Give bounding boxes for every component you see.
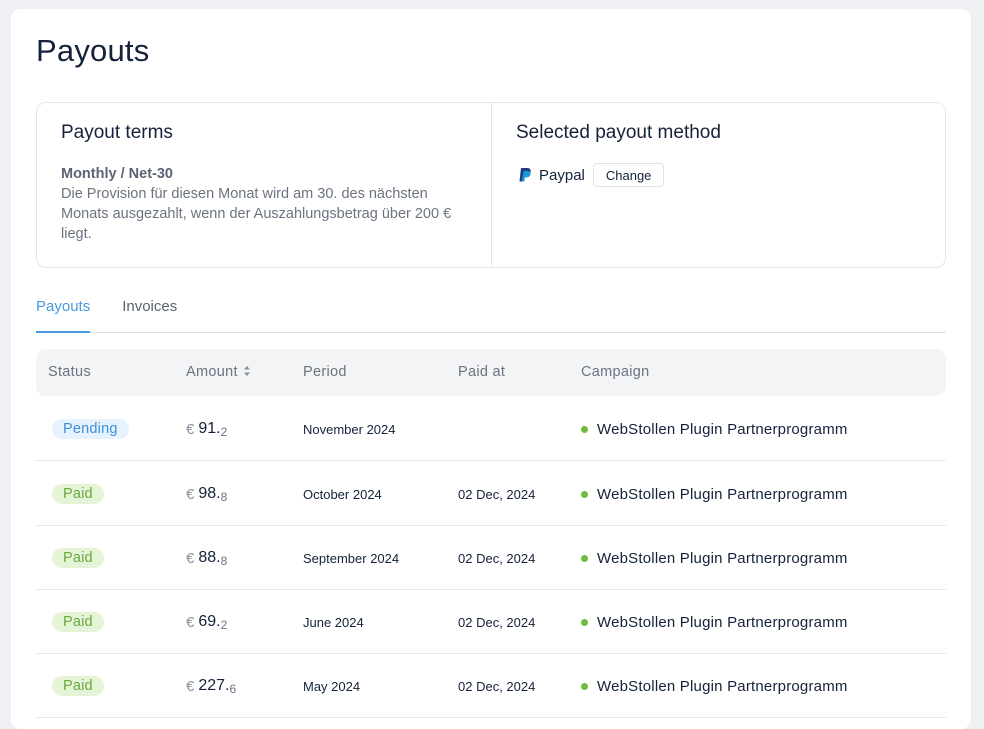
table-row[interactable]: Paid €88. 8 September 2024 02 Dec, 2024 W… (36, 526, 946, 590)
paid-at: 02 Dec, 2024 (458, 486, 536, 502)
column-header-paid-at[interactable]: Paid at (458, 364, 505, 380)
payout-terms-label: Monthly / Net-30 (61, 166, 173, 182)
sort-icon[interactable] (243, 365, 251, 377)
table-row[interactable]: Paid €227. 6 May 2024 02 Dec, 2024 WebSto… (36, 654, 946, 718)
status-badge: Paid (52, 676, 104, 696)
amount-cell: €227. 6 (186, 654, 236, 718)
payout-method-heading: Selected payout method (516, 122, 721, 143)
payout-terms-description: Die Provision für diesen Monat wird am 3… (61, 186, 452, 242)
campaign-status-dot (581, 618, 588, 626)
paid-at: 02 Dec, 2024 (458, 678, 536, 694)
amount-value: 227. (198, 677, 230, 694)
paid-at: 02 Dec, 2024 (458, 550, 536, 566)
payout-info-panel: Payout terms Monthly / Net-30 Die Provis… (36, 102, 946, 268)
amount-cell: €88. 8 (186, 526, 227, 590)
amount-decimal: 8 (220, 553, 228, 568)
campaign-status-dot (581, 425, 588, 433)
amount-value: 98. (198, 485, 221, 502)
amount-decimal: 2 (220, 617, 228, 632)
period: May 2024 (303, 678, 361, 694)
period: September 2024 (303, 550, 400, 566)
paypal-icon (519, 168, 531, 182)
amount-value: 91. (198, 420, 221, 437)
payout-method-section: Selected payout method Paypal Change (492, 103, 945, 267)
period: October 2024 (303, 486, 382, 502)
period: November 2024 (303, 421, 396, 437)
campaign-name: WebStollen Plugin Partnerprogramm (597, 485, 848, 503)
amount-value: 88. (198, 549, 221, 566)
currency-symbol: € (186, 485, 195, 503)
column-header-amount[interactable]: Amount (186, 364, 251, 380)
column-header-period[interactable]: Period (303, 364, 347, 380)
currency-symbol: € (186, 613, 195, 631)
amount-cell: €69. 2 (186, 590, 227, 654)
campaign-status-dot (581, 490, 588, 498)
status-badge: Paid (52, 548, 104, 568)
tab-invoices[interactable]: Invoices (122, 292, 177, 333)
column-header-amount-label: Amount (186, 364, 238, 380)
amount-decimal: 8 (220, 489, 228, 504)
currency-symbol: € (186, 420, 195, 438)
amount-cell: €98. 8 (186, 462, 227, 526)
table-row[interactable]: Pending €91. 2 November 2024 WebStollen P… (36, 397, 946, 461)
tabs: Payouts Invoices (36, 292, 946, 333)
amount-decimal: 2 (220, 424, 228, 439)
page-title: Payouts (36, 33, 150, 68)
currency-symbol: € (186, 677, 195, 695)
column-header-campaign[interactable]: Campaign (581, 364, 650, 380)
status-badge: Paid (52, 484, 104, 504)
campaign-status-dot (581, 554, 588, 562)
column-header-status[interactable]: Status (48, 364, 91, 380)
payout-terms-section: Payout terms Monthly / Net-30 Die Provis… (37, 103, 492, 267)
payout-method-row: Paypal Change (516, 163, 921, 187)
campaign-name: WebStollen Plugin Partnerprogramm (597, 613, 848, 631)
table-row[interactable]: Paid €69. 2 June 2024 02 Dec, 2024 WebSto… (36, 590, 946, 654)
change-method-button[interactable]: Change (592, 163, 665, 187)
campaign-name: WebStollen Plugin Partnerprogramm (597, 677, 848, 695)
paid-at: 02 Dec, 2024 (458, 614, 536, 630)
amount-cell: €91. 2 (186, 397, 227, 461)
payouts-card: Payouts Payout terms Monthly / Net-30 Di… (11, 9, 971, 729)
table-header: Status Amount Period Paid at Campaign (36, 349, 946, 396)
status-badge: Pending (52, 419, 129, 439)
amount-decimal: 6 (229, 681, 237, 696)
status-badge: Paid (52, 612, 104, 632)
currency-symbol: € (186, 549, 195, 567)
campaign-name: WebStollen Plugin Partnerprogramm (597, 420, 848, 438)
payout-method-name: Paypal (539, 166, 585, 184)
campaign-status-dot (581, 682, 588, 690)
tab-payouts[interactable]: Payouts (36, 292, 91, 333)
campaign-name: WebStollen Plugin Partnerprogramm (597, 549, 848, 567)
table-row[interactable]: Paid €98. 8 October 2024 02 Dec, 2024 Web… (36, 462, 946, 526)
period: June 2024 (303, 614, 364, 630)
payout-terms-heading: Payout terms (61, 122, 173, 143)
amount-value: 69. (198, 613, 221, 630)
